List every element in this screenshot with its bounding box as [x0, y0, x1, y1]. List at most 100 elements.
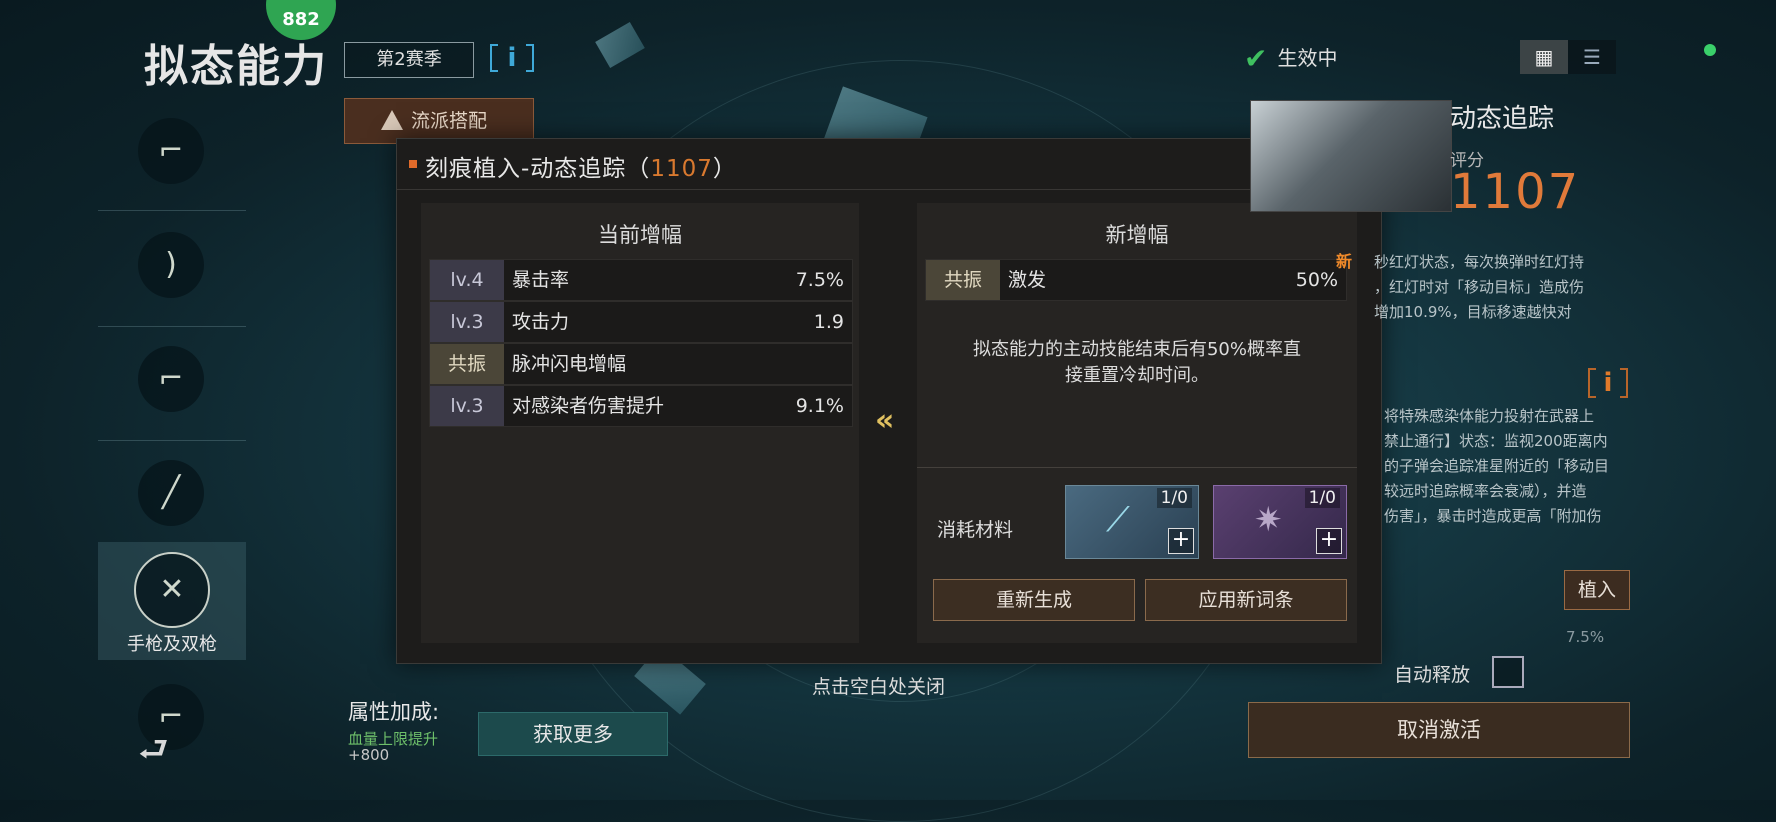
- description-line: 较远时追踪概率会衰减），并造: [1384, 482, 1587, 500]
- online-indicator: [1704, 44, 1716, 56]
- new-boost-panel: 新增幅 共振 激发 50% 新 拟态能力的主动技能结束后有50%概率直 接重置冷…: [917, 203, 1357, 643]
- boost-name: 对感染者伤害提升: [512, 395, 665, 417]
- description-line: 伤害」，暴击时造成更高「附加伤: [1384, 507, 1602, 525]
- boost-level-tag: lv.4: [430, 260, 504, 300]
- module-info-icon[interactable]: i: [1588, 366, 1628, 400]
- cancel-activation-button[interactable]: 取消激活: [1248, 702, 1630, 758]
- divider: [98, 440, 246, 441]
- current-boost-heading: 当前增幅: [598, 223, 682, 247]
- boost-name: 激发: [1008, 269, 1047, 291]
- boost-row: lv.3 攻击力 1.9: [429, 301, 853, 343]
- apply-new-entry-button[interactable]: 应用新词条: [1145, 579, 1347, 621]
- new-boost-row: 共振 激发 50% 新: [925, 252, 1352, 301]
- season-selector[interactable]: 第2赛季: [344, 42, 474, 78]
- boost-name: 暴击率: [512, 269, 570, 291]
- page-title: 拟态能力: [144, 41, 328, 92]
- boost-value: 1.9: [813, 311, 844, 333]
- description-line: 接重置冷却时间。: [1065, 365, 1209, 386]
- stat-percent: 7.5%: [1566, 628, 1605, 646]
- get-more-button[interactable]: 获取更多: [478, 712, 668, 756]
- add-material-button[interactable]: +: [1168, 528, 1194, 554]
- dual-pistol-icon: ✕: [134, 552, 210, 628]
- weapon-slot-smg[interactable]: ⌐: [120, 670, 224, 774]
- grid-view-icon[interactable]: ▦: [1520, 40, 1568, 74]
- sniper-rifle-icon: ╱: [138, 460, 204, 526]
- boost-name: 脉冲闪电增幅: [512, 353, 627, 375]
- divider: [917, 467, 1357, 468]
- close-hint[interactable]: 点击空白处关闭: [812, 672, 945, 699]
- description-line: 的子弹会追踪准星附近的「移动目: [1384, 457, 1610, 475]
- active-status-label: 生效中: [1277, 46, 1338, 70]
- divider: [98, 210, 246, 211]
- auto-release-label: 自动释放: [1394, 664, 1471, 686]
- weapon-slot-shotgun[interactable]: ⌐: [120, 332, 224, 436]
- description-line: 禁止通行】状态：监视200距离内: [1384, 432, 1608, 450]
- tentacle-core-icon: ✷: [1254, 500, 1283, 540]
- boost-value: 7.5%: [795, 269, 844, 291]
- dialog-header: 刻痕植入-动态追踪（1107） i: [397, 139, 1381, 190]
- weapon-sidebar: ⌐ ) ⌐ ╱ ✕ 手枪及双枪 ⌐: [98, 104, 246, 750]
- back-icon[interactable]: ⮐: [138, 726, 169, 783]
- school-label: 流派搭配: [411, 110, 488, 132]
- transfer-arrow-icon: «: [875, 403, 895, 438]
- weapon-slot-assault-rifle[interactable]: ⌐: [120, 104, 224, 208]
- divider: [98, 326, 246, 327]
- effect-description: 将特殊感染体能力投射在武器上 禁止通行】状态：监视200距离内 的子弹会追踪准星…: [1384, 404, 1634, 529]
- boost-value: 50%: [1295, 269, 1338, 291]
- new-boost-heading: 新增幅: [1105, 223, 1169, 247]
- module-name: 动态追踪: [1450, 104, 1555, 134]
- syringe-icon: ⟋: [1106, 500, 1130, 540]
- weapon-slot-bow[interactable]: ): [120, 218, 224, 322]
- description-line: 增加10.9%，目标移速越快对: [1374, 303, 1572, 321]
- assault-rifle-icon: ⌐: [138, 118, 204, 184]
- boost-row: 共振 脉冲闪电增幅: [429, 343, 853, 385]
- description-line: 将特殊感染体能力投射在武器上: [1384, 407, 1595, 425]
- material-count: 1/0: [1304, 488, 1340, 508]
- dialog-title: 刻痕植入-动态追踪（1107）: [425, 149, 737, 183]
- auto-release-checkbox[interactable]: [1492, 656, 1524, 688]
- dialog-title-score: 1107: [650, 156, 713, 182]
- weapon-slot-dual-pistol[interactable]: ✕ 手枪及双枪: [98, 542, 246, 660]
- regenerate-button[interactable]: 重新生成: [933, 579, 1135, 621]
- dialog-title-text: 刻痕植入-动态追踪（: [425, 156, 651, 182]
- imprint-dialog: 刻痕植入-动态追踪（1107） i 当前增幅 lv.4 暴击率 7.5% lv.…: [396, 138, 1382, 664]
- description-line: ，红灯时对「移动目标」造成伤: [1374, 278, 1585, 296]
- boost-value: 9.1%: [795, 395, 844, 417]
- info-icon[interactable]: i: [490, 40, 534, 76]
- check-icon: ✔: [1244, 42, 1268, 75]
- material-count: 1/0: [1156, 488, 1192, 508]
- weapon-slot-sniper[interactable]: ╱: [120, 446, 224, 550]
- boost-row: lv.4 暴击率 7.5%: [429, 259, 853, 301]
- description-line: 秒红灯状态，每次换弹时红灯持: [1374, 253, 1585, 271]
- boost-name: 攻击力: [512, 311, 570, 333]
- list-view-icon[interactable]: ☰: [1568, 40, 1616, 74]
- module-thumbnail: [1250, 100, 1452, 212]
- title-marker: [409, 160, 417, 168]
- material-slot[interactable]: ✷ 1/0 +: [1213, 485, 1347, 559]
- attribute-bonus-value: +800: [348, 746, 390, 764]
- materials-label: 消耗材料: [937, 519, 1014, 541]
- description-line: 拟态能力的主动技能结束后有50%概率直: [972, 339, 1301, 360]
- new-badge: 新: [1335, 252, 1352, 271]
- school-icon: [381, 110, 403, 130]
- shotgun-icon: ⌐: [138, 346, 204, 412]
- bow-icon: ): [138, 232, 204, 298]
- background-crystal: [595, 22, 645, 68]
- module-description: 秒红灯状态，每次换弹时红灯持 ，红灯时对「移动目标」造成伤 增加10.9%，目标…: [1374, 250, 1634, 325]
- boost-level-tag: lv.3: [430, 302, 504, 342]
- dialog-title-close-paren: ）: [712, 156, 737, 182]
- active-status: ✔ 生效中: [1244, 42, 1337, 75]
- implant-button[interactable]: 植入: [1564, 570, 1630, 610]
- add-material-button[interactable]: +: [1316, 528, 1342, 554]
- boost-resonance-tag: 共振: [430, 344, 504, 384]
- view-toggle[interactable]: ▦ ☰: [1520, 40, 1616, 74]
- material-slot[interactable]: ⟋ 1/0 +: [1065, 485, 1199, 559]
- weapon-slot-label: 手枪及双枪: [127, 634, 217, 655]
- attribute-bonus-label: 属性加成:: [348, 700, 440, 724]
- current-boost-panel: 当前增幅 lv.4 暴击率 7.5% lv.3 攻击力 1.9 共振 脉冲闪电增…: [421, 203, 859, 643]
- boost-row: lv.3 对感染者伤害提升 9.1%: [429, 385, 853, 427]
- boost-resonance-tag: 共振: [926, 260, 1000, 300]
- module-score: 1107: [1450, 164, 1581, 220]
- new-boost-description: 拟态能力的主动技能结束后有50%概率直 接重置冷却时间。: [937, 337, 1337, 389]
- boost-level-tag: lv.3: [430, 386, 504, 426]
